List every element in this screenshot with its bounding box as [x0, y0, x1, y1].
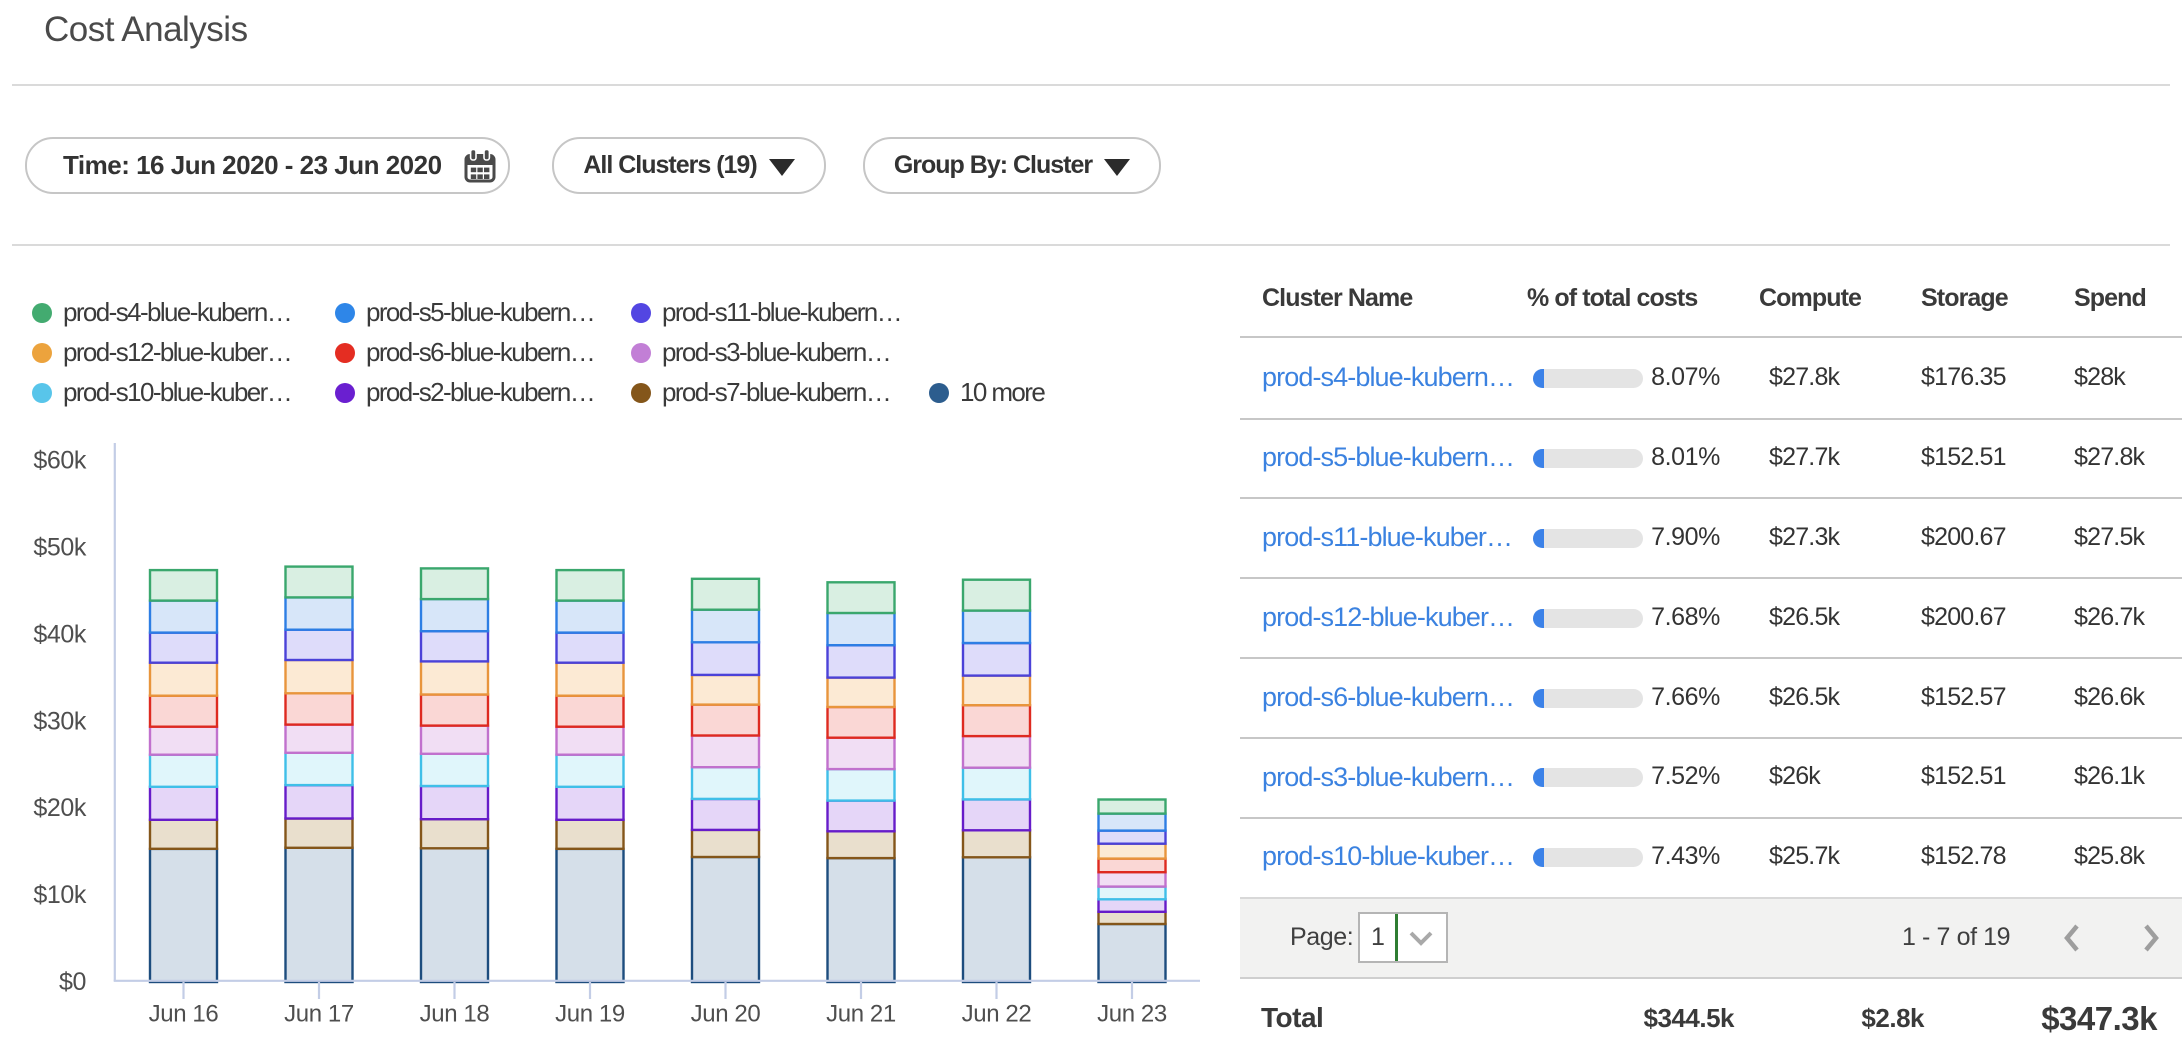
svg-text:Jun 19: Jun 19 [555, 1001, 625, 1028]
svg-text:$30k: $30k [33, 707, 87, 735]
svg-text:$50k: $50k [33, 534, 87, 562]
svg-text:Jun 22: Jun 22 [962, 1001, 1032, 1028]
svg-text:Jun 21: Jun 21 [826, 1001, 896, 1028]
svg-text:$60k: $60k [33, 447, 87, 475]
svg-text:Jun 18: Jun 18 [420, 1001, 490, 1028]
svg-text:Jun 23: Jun 23 [1097, 1001, 1167, 1028]
svg-text:$0: $0 [59, 968, 86, 996]
svg-text:$20k: $20k [33, 794, 87, 822]
svg-text:Jun 17: Jun 17 [284, 1001, 354, 1028]
svg-text:$10k: $10k [33, 881, 87, 909]
svg-text:Jun 20: Jun 20 [691, 1001, 761, 1028]
svg-text:Jun 16: Jun 16 [149, 1001, 219, 1028]
svg-text:$40k: $40k [33, 620, 87, 648]
